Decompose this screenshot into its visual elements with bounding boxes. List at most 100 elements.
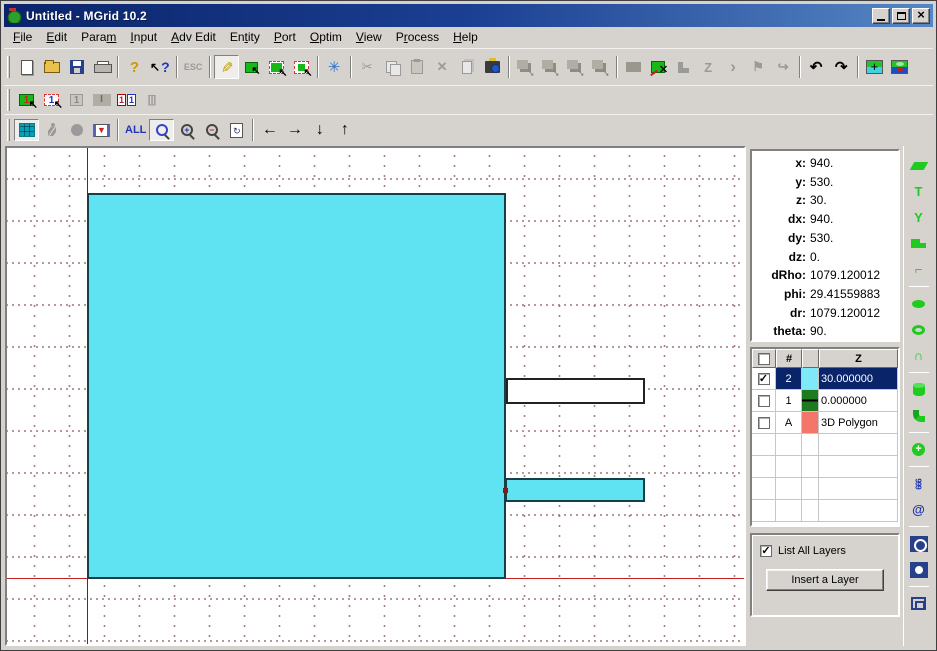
layer-1-number[interactable]: 1 (776, 390, 802, 412)
meshing-view-button[interactable] (862, 55, 887, 79)
close-button[interactable]: × (912, 8, 930, 24)
rhomb-polygon-button[interactable] (907, 154, 931, 177)
copy-rotate-button[interactable] (538, 55, 563, 79)
redo-button[interactable]: ↷ (829, 55, 854, 79)
notched-strip-button[interactable] (907, 232, 931, 255)
context-help-button[interactable]: ↖? (147, 55, 173, 79)
layer-1-color-swatch[interactable] (802, 390, 818, 411)
check-polygon-button[interactable] (646, 55, 671, 79)
menu-edit[interactable]: Edit (39, 28, 74, 47)
view-visibility-button[interactable]: ✳ (322, 55, 347, 79)
insert-layer-button[interactable]: Insert a Layer (766, 569, 884, 591)
menu-file[interactable]: File (6, 28, 39, 47)
zoom-in-button[interactable]: + (174, 119, 199, 141)
layer-2-checkbox[interactable]: ✓ (758, 373, 770, 385)
pipe-elbow-button[interactable] (907, 404, 931, 427)
esc-button[interactable]: ESC (181, 55, 206, 79)
cyan-stub-polygon[interactable] (505, 478, 645, 502)
menu-optim[interactable]: Optim (303, 28, 349, 47)
grid-toggle-button[interactable] (14, 119, 39, 141)
corner-tool-button[interactable] (671, 55, 696, 79)
menu-port[interactable]: Port (267, 28, 303, 47)
coil-button[interactable]: 999 (907, 472, 931, 495)
save-file-button[interactable] (64, 55, 89, 79)
bend-button[interactable]: ⌐ (907, 258, 931, 281)
layer-row-1[interactable]: 1 0.000000 (752, 390, 898, 412)
merge-objects-button[interactable] (480, 55, 505, 79)
flag-tool-button[interactable]: ⚑ (746, 55, 771, 79)
print-button[interactable] (89, 55, 114, 79)
ring-button[interactable] (907, 318, 931, 341)
rectangle-tool-button[interactable] (621, 55, 646, 79)
toolbar-grip[interactable] (7, 89, 10, 111)
redraw-button[interactable]: ↻ (224, 119, 249, 141)
curve-tool-button[interactable]: ↪ (771, 55, 796, 79)
menu-process[interactable]: Process (389, 28, 446, 47)
layer-a-number[interactable]: A (776, 412, 802, 434)
zigzag-tool-button[interactable]: Z (696, 55, 721, 79)
duplicate-layer-button[interactable]: 11 (114, 89, 139, 111)
pan-right-button[interactable]: → (282, 119, 307, 141)
chevron-tool-button[interactable]: › (721, 55, 746, 79)
menu-help[interactable]: Help (446, 28, 485, 47)
select-vertices-on-layer-button[interactable]: 1↖ (39, 89, 64, 111)
select-on-layer-button[interactable]: 1↖ (14, 89, 39, 111)
minimize-button[interactable] (872, 8, 890, 24)
new-file-button[interactable] (14, 55, 39, 79)
draw-mode-button[interactable]: ✎ (214, 55, 239, 79)
toolbar-grip[interactable] (7, 119, 10, 141)
layer-2-number[interactable]: 2 (776, 368, 802, 390)
object-properties-button[interactable] (455, 55, 480, 79)
menu-input[interactable]: Input (123, 28, 164, 47)
white-stub-polygon[interactable] (506, 378, 645, 404)
zoom-out-button[interactable]: − (199, 119, 224, 141)
zoom-all-button[interactable]: ALL (122, 119, 149, 141)
layer-row-a[interactable]: A 3D Polygon (752, 412, 898, 434)
circle-filled-tool-button[interactable] (907, 558, 931, 581)
arc-button[interactable]: ∩ (907, 344, 931, 367)
open-file-button[interactable] (39, 55, 64, 79)
pan-down-button[interactable]: ↓ (307, 119, 332, 141)
edit-on-layer-button[interactable]: I (89, 89, 114, 111)
main-cyan-polygon[interactable] (87, 193, 506, 579)
marker-window-button[interactable]: ▼ (89, 119, 114, 141)
layer-one-button[interactable]: 1 (64, 89, 89, 111)
sphere-button[interactable]: + (907, 438, 931, 461)
run-simulation-button[interactable] (39, 119, 64, 141)
list-all-layers-checkbox[interactable]: ✓ (760, 545, 772, 557)
spiral-button[interactable]: @ (907, 498, 931, 521)
menu-entity[interactable]: Entity (223, 28, 267, 47)
header-checkbox[interactable] (758, 353, 770, 365)
move-objects-button[interactable] (588, 55, 613, 79)
toolbar-grip[interactable] (7, 56, 10, 78)
cylinder-button[interactable] (907, 378, 931, 401)
layer-1-z[interactable]: 0.000000 (819, 390, 898, 412)
circle-outline-tool-button[interactable] (907, 532, 931, 555)
help-button[interactable]: ? (122, 55, 147, 79)
copy-button[interactable] (380, 55, 405, 79)
cut-button[interactable]: ✂ (355, 55, 380, 79)
layer-row-2[interactable]: ✓ 2 30.000000 (752, 368, 898, 390)
bracket-layer-button[interactable]: [|] (139, 89, 164, 111)
layer-2-z[interactable]: 30.000000 (819, 368, 898, 390)
copy-shift-button[interactable] (563, 55, 588, 79)
header-number[interactable]: # (776, 349, 802, 368)
zoom-window-button[interactable] (149, 119, 174, 141)
maximize-button[interactable] (892, 8, 910, 24)
select-polygon-group-button[interactable]: ↖ (264, 55, 289, 79)
layer-a-color-swatch[interactable] (802, 412, 818, 433)
paste-button[interactable] (405, 55, 430, 79)
pattern-view-button[interactable] (887, 55, 912, 79)
header-color[interactable] (802, 349, 819, 368)
menu-view[interactable]: View (349, 28, 389, 47)
copy-reflect-button[interactable] (513, 55, 538, 79)
header-z[interactable]: Z (819, 349, 898, 368)
drawing-canvas[interactable] (5, 146, 746, 646)
undo-button[interactable]: ↶ (804, 55, 829, 79)
layer-2-color-swatch[interactable] (802, 368, 818, 389)
select-polygon-button[interactable]: ↖ (239, 55, 264, 79)
circle-display-button[interactable] (64, 119, 89, 141)
menu-param[interactable]: Param (74, 28, 123, 47)
y-junction-button[interactable]: Y (907, 206, 931, 229)
pan-up-button[interactable]: ↑ (332, 119, 357, 141)
